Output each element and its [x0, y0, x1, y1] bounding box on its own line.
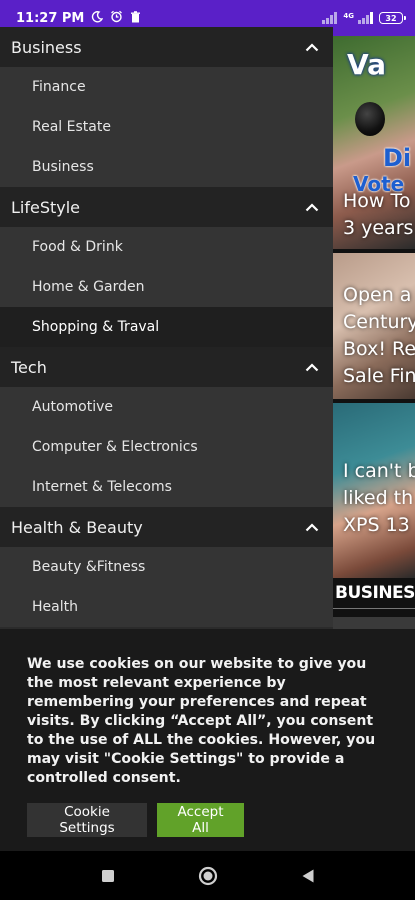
cookie-notice-text: We use cookies on our website to give yo…	[27, 656, 376, 786]
menu-item-label: Finance	[32, 79, 86, 95]
alarm-icon	[110, 10, 123, 26]
article-thumbnail[interactable]	[333, 617, 415, 629]
signal-icon-2	[358, 12, 373, 24]
status-right: 4G 32	[322, 12, 406, 24]
menu-item-food-drink[interactable]: Food & Drink	[0, 227, 333, 267]
side-menu: Business Finance Real Estate Business Li…	[0, 27, 333, 629]
menu-category-label: Health & Beauty	[11, 517, 143, 537]
menu-category-label: LifeStyle	[11, 197, 81, 217]
clock: 11:27 PM	[16, 10, 85, 26]
menu-item-label: Business	[32, 159, 94, 175]
menu-item-business[interactable]: Business	[0, 147, 333, 187]
section-divider	[333, 608, 415, 609]
article-strip: Va Di Vote How To 3 years Open a Century…	[333, 36, 415, 628]
menu-item-automotive[interactable]: Automotive	[0, 387, 333, 427]
chevron-up-icon[interactable]	[291, 522, 333, 532]
chevron-up-icon[interactable]	[291, 362, 333, 372]
network-type-label: 4G	[343, 12, 354, 20]
cookie-settings-button[interactable]: Cookie Settings	[27, 803, 147, 837]
moon-icon	[91, 10, 104, 26]
menu-item-shopping-travel[interactable]: Shopping & Traval	[0, 307, 333, 347]
recents-square-icon[interactable]	[93, 861, 123, 891]
chevron-up-icon[interactable]	[291, 42, 333, 52]
battery-level: 32	[385, 13, 397, 23]
section-label-business[interactable]: BUSINESS	[335, 583, 415, 603]
menu-category-label: Business	[11, 37, 82, 57]
card-1-overlay-text-2: Di	[383, 144, 412, 172]
menu-category-lifestyle[interactable]: LifeStyle	[0, 187, 333, 227]
accept-all-button[interactable]: Accept All	[157, 803, 244, 837]
trash-icon	[130, 10, 141, 26]
home-circle-icon[interactable]	[193, 861, 223, 891]
menu-category-health-beauty[interactable]: Health & Beauty	[0, 507, 333, 547]
menu-item-label: Food & Drink	[32, 239, 123, 255]
battery-icon: 32	[379, 12, 406, 24]
status-left: 11:27 PM	[16, 10, 141, 26]
menu-category-label: Tech	[11, 357, 47, 377]
menu-item-health[interactable]: Health	[0, 587, 333, 627]
back-triangle-icon[interactable]	[293, 861, 323, 891]
article-card-3-title[interactable]: I can't b liked th XPS 13	[343, 458, 415, 539]
menu-item-internet-telecoms[interactable]: Internet & Telecoms	[0, 467, 333, 507]
menu-item-label: Health	[32, 599, 78, 615]
menu-category-business[interactable]: Business	[0, 27, 333, 67]
menu-item-label: Real Estate	[32, 119, 111, 135]
menu-item-beauty-fitness[interactable]: Beauty &Fitness	[0, 547, 333, 587]
menu-item-real-estate[interactable]: Real Estate	[0, 107, 333, 147]
signal-icon	[322, 12, 338, 24]
menu-item-label: Internet & Telecoms	[32, 479, 172, 495]
chevron-up-icon[interactable]	[291, 202, 333, 212]
menu-item-home-garden[interactable]: Home & Garden	[0, 267, 333, 307]
system-nav-bar	[0, 851, 415, 900]
card-1-overlay-text: Va	[347, 48, 387, 81]
menu-item-label: Computer & Electronics	[32, 439, 198, 455]
menu-item-finance[interactable]: Finance	[0, 67, 333, 107]
article-card-1-title[interactable]: How To 3 years	[343, 188, 413, 242]
cookie-button-row: Cookie Settings Accept All	[27, 803, 393, 837]
blackberry-image	[355, 102, 385, 136]
article-card-2-title[interactable]: Open a Century Box! Re Sale Fin	[343, 282, 415, 390]
cookie-banner: We use cookies on our website to give yo…	[0, 629, 415, 851]
menu-item-label: Home & Garden	[32, 279, 145, 295]
menu-item-label: Shopping & Traval	[32, 319, 160, 335]
menu-item-label: Beauty &Fitness	[32, 559, 146, 575]
menu-item-label: Automotive	[32, 399, 113, 415]
menu-item-computer-electronics[interactable]: Computer & Electronics	[0, 427, 333, 467]
menu-category-tech[interactable]: Tech	[0, 347, 333, 387]
